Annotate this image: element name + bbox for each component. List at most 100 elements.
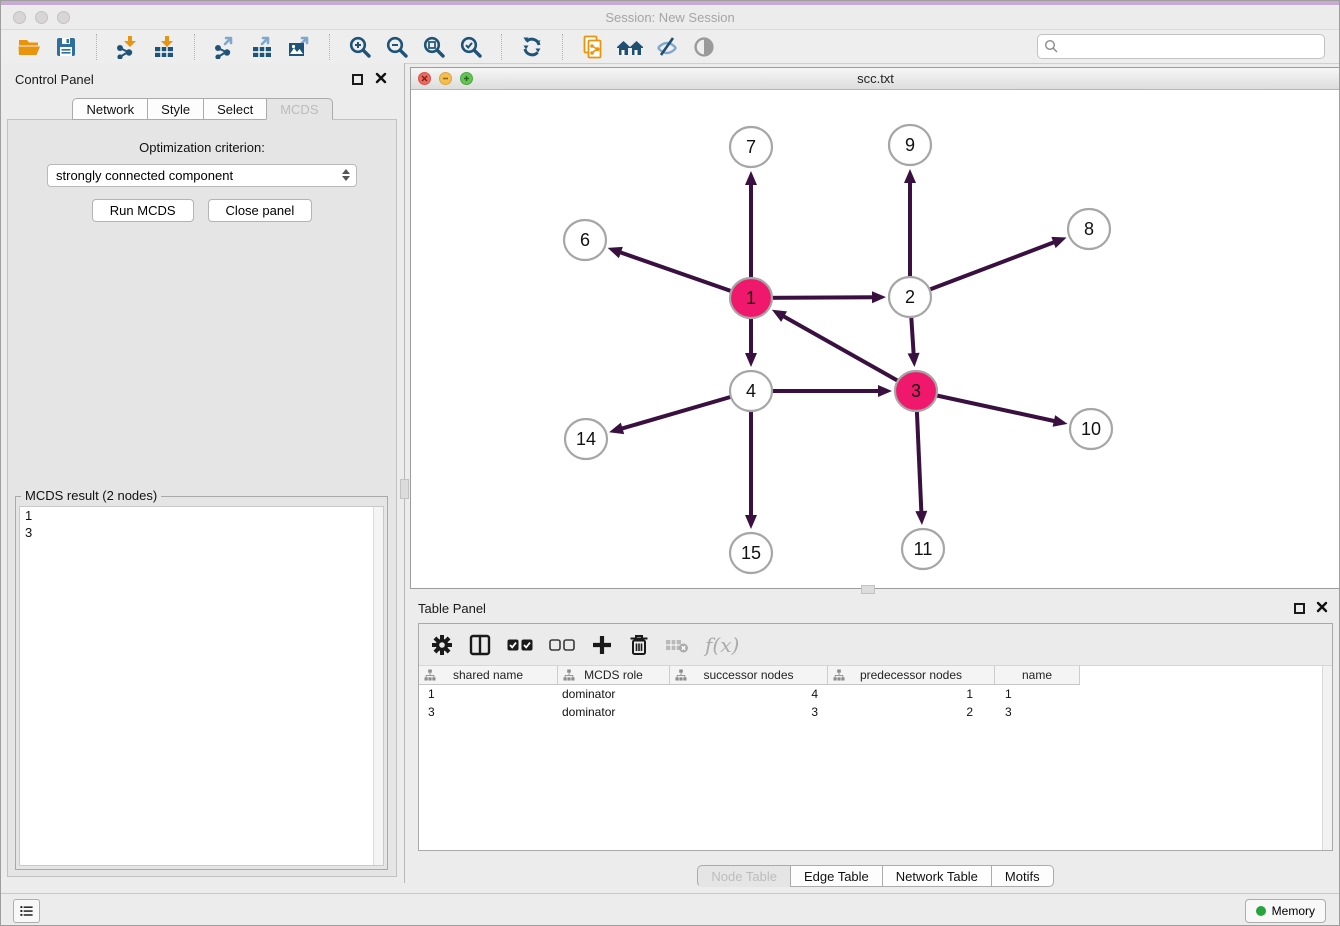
graph-edge-1-6[interactable] [608,247,751,298]
graph-node-8[interactable]: 8 [1068,209,1110,249]
column-header-successor-nodes[interactable]: successor nodes [670,666,828,685]
network-minimize-icon[interactable] [439,72,452,85]
create-column-button[interactable] [591,630,613,660]
zoom-selected-button[interactable] [455,32,487,62]
function-builder-button[interactable]: f(x) [705,630,739,660]
open-folder-icon [16,35,42,59]
export-table-icon [250,35,274,59]
checked-boxes-icon [507,638,533,652]
memory-button[interactable]: Memory [1245,899,1326,923]
graph-node-7[interactable]: 7 [730,127,772,167]
search-box [1037,34,1325,59]
fit-content-icon [422,35,446,59]
status-bar: Memory [1,893,1339,926]
close-x-icon [375,72,387,84]
tab-network[interactable]: Network [72,98,147,120]
export-table-button[interactable] [246,32,278,62]
column-header-mcds-role[interactable]: MCDS role [558,666,670,685]
graph-node-3[interactable]: 3 [895,371,937,411]
show-column-button[interactable] [469,630,491,660]
import-network-icon [115,35,139,59]
memory-status-icon [1256,906,1266,916]
save-session-button[interactable] [50,32,82,62]
vertical-splitter-grip[interactable] [400,479,409,499]
mcds-result-item: 1 [20,507,383,524]
result-scrollbar[interactable] [373,507,383,865]
mcds-result-list[interactable]: 1 3 [19,506,384,866]
column-header-name[interactable]: name [995,666,1080,685]
cell-name: 1 [995,685,1080,703]
tab-style[interactable]: Style [147,98,203,120]
search-input[interactable] [1063,37,1324,57]
tab-node-table[interactable]: Node Table [697,865,790,887]
clone-network-button[interactable] [577,32,609,62]
cell-name: 3 [995,703,1080,721]
first-neighbors-button[interactable] [614,32,646,62]
export-network-icon [213,35,237,59]
tab-mcds[interactable]: MCDS [266,98,332,120]
graph-edge-4-14[interactable] [609,391,751,434]
apply-layout-button[interactable] [516,32,548,62]
table-scrollbar[interactable] [1322,666,1332,850]
control-panel-float-icon[interactable] [352,74,363,85]
graph-node-14[interactable]: 14 [565,419,607,459]
select-stepper-icon [342,169,350,181]
open-session-button[interactable] [13,32,45,62]
column-label: MCDS role [584,668,643,682]
select-all-columns-button[interactable] [507,630,533,660]
table-settings-button[interactable] [431,630,453,660]
zoom-in-button[interactable] [344,32,376,62]
graph-node-2[interactable]: 2 [889,277,931,317]
graph-edge-2-8[interactable] [910,237,1067,297]
unselect-all-columns-button[interactable] [549,630,575,660]
run-mcds-button[interactable]: Run MCDS [92,199,194,222]
titlebar: Session: New Session [1,5,1339,30]
table-row[interactable]: 1 dominator 4 1 1 [419,685,1332,703]
hide-graphics-details-button[interactable] [651,32,683,62]
tab-edge-table[interactable]: Edge Table [790,865,882,887]
control-panel-close-icon[interactable] [374,72,388,86]
network-window-titlebar[interactable]: scc.txt [411,68,1340,90]
delete-table-button[interactable] [665,630,689,660]
tab-network-table[interactable]: Network Table [882,865,991,887]
tab-motifs[interactable]: Motifs [991,865,1054,887]
gear-icon [431,634,453,656]
zoom-out-button[interactable] [381,32,413,62]
column-header-shared-name[interactable]: shared name [419,666,558,685]
network-zoom-icon[interactable] [460,72,473,85]
task-history-button[interactable] [13,899,40,923]
toolbar-separator [194,34,195,60]
close-panel-button[interactable]: Close panel [208,199,313,222]
svg-text:14: 14 [576,429,596,449]
show-graphics-details-button[interactable] [688,32,720,62]
graph-node-4[interactable]: 4 [730,371,772,411]
network-close-icon[interactable] [418,72,431,85]
fit-content-button[interactable] [418,32,450,62]
optimization-criterion-select[interactable]: strongly connected component [47,164,357,187]
export-image-button[interactable] [283,32,315,62]
svg-text:3: 3 [911,381,921,401]
graph-node-1[interactable]: 1 [730,278,772,318]
graph-node-6[interactable]: 6 [564,220,606,260]
import-network-button[interactable] [111,32,143,62]
table-panel-close-icon[interactable] [1315,601,1329,615]
graph-node-11[interactable]: 11 [902,529,944,569]
toolbar-separator [562,34,563,60]
column-header-predecessor-nodes[interactable]: predecessor nodes [828,666,995,685]
graph-node-10[interactable]: 10 [1070,409,1112,449]
graph-edge-3-1[interactable] [772,310,916,391]
table-row[interactable]: 3 dominator 3 2 3 [419,703,1332,721]
network-canvas[interactable]: 7 9 6 8 1 2 4 3 14 10 15 11 [411,90,1340,588]
graph-edge-3-10[interactable] [916,391,1068,427]
graph-node-9[interactable]: 9 [889,125,931,165]
tab-select[interactable]: Select [203,98,266,120]
delete-columns-button[interactable] [629,630,649,660]
export-network-button[interactable] [209,32,241,62]
tree-icon [563,669,575,681]
table-panel-float-icon[interactable] [1294,603,1305,614]
task-list-icon [20,904,33,918]
cell-shared-name: 3 [419,703,558,721]
horizontal-splitter-grip[interactable] [861,585,875,594]
graph-node-15[interactable]: 15 [730,533,772,573]
import-table-button[interactable] [148,32,180,62]
